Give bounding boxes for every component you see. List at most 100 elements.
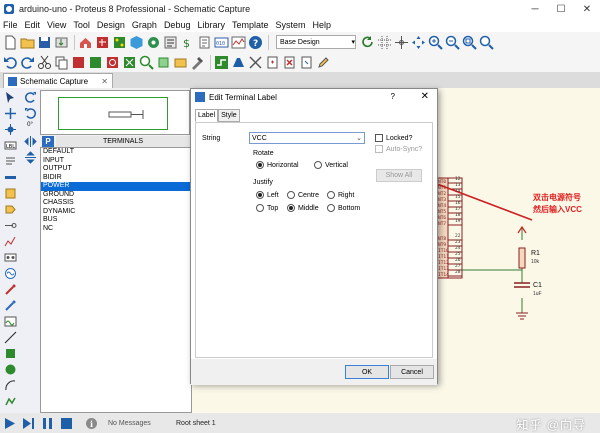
zoom-out-icon[interactable]	[445, 35, 460, 50]
cancel-button[interactable]: Cancel	[390, 365, 434, 379]
virtual-instrument-icon[interactable]	[3, 314, 17, 328]
list-item[interactable]: DYNAMIC	[41, 208, 191, 217]
list-item[interactable]: GROUND	[41, 191, 191, 200]
list-item[interactable]: DEFAULT	[41, 148, 191, 157]
arc-draw-icon[interactable]	[3, 378, 17, 392]
middle-radio[interactable]: Middle	[287, 204, 319, 212]
save-icon[interactable]	[37, 35, 52, 50]
3d-view-icon[interactable]	[129, 35, 144, 50]
design-explorer-icon[interactable]	[163, 35, 178, 50]
new-sheet-icon[interactable]	[265, 55, 280, 70]
terminals-list[interactable]: DEFAULT INPUT OUTPUT BIDIR POWER GROUND …	[40, 147, 192, 413]
origin-icon[interactable]	[394, 35, 409, 50]
list-item-selected[interactable]: POWER	[41, 182, 191, 191]
bom-icon[interactable]: $	[180, 35, 195, 50]
source-code-icon[interactable]: 010	[214, 35, 229, 50]
mirror-vertical-icon[interactable]	[23, 150, 37, 164]
exit-sheet-icon[interactable]	[299, 55, 314, 70]
menu-debug[interactable]: Debug	[164, 20, 191, 30]
current-probe-icon[interactable]	[3, 298, 17, 312]
centre-radio[interactable]: Centre	[287, 191, 319, 199]
menu-design[interactable]: Design	[97, 20, 125, 30]
remove-sheet-icon[interactable]	[282, 55, 297, 70]
menu-file[interactable]: File	[3, 20, 18, 30]
menu-graph[interactable]: Graph	[132, 20, 157, 30]
home-icon[interactable]	[78, 35, 93, 50]
open-folder-icon[interactable]	[20, 35, 35, 50]
help-icon[interactable]: ?	[248, 35, 263, 50]
list-item[interactable]: CHASSIS	[41, 199, 191, 208]
left-radio[interactable]: Left	[256, 191, 279, 199]
ok-button[interactable]: OK	[345, 365, 389, 379]
box-draw-icon[interactable]	[3, 346, 17, 360]
stop-icon[interactable]	[60, 417, 73, 430]
cut-icon[interactable]	[37, 55, 52, 70]
right-radio[interactable]: Right	[327, 191, 354, 199]
pause-icon[interactable]	[41, 417, 54, 430]
close-window-icon[interactable]: ✕	[574, 4, 600, 15]
refresh-icon[interactable]	[360, 35, 375, 50]
list-item[interactable]: BUS	[41, 216, 191, 225]
overview-preview[interactable]	[40, 90, 190, 135]
subcircuit-icon[interactable]	[3, 186, 17, 200]
tape-recorder-icon[interactable]	[3, 250, 17, 264]
top-radio[interactable]: Top	[256, 204, 278, 212]
rotate-ccw-icon[interactable]	[23, 106, 37, 120]
horizontal-radio[interactable]: Horizontal	[256, 161, 299, 169]
minimize-icon[interactable]: ─	[522, 4, 548, 15]
packaging-icon[interactable]	[173, 55, 188, 70]
property-assign-icon[interactable]	[248, 55, 263, 70]
bottom-radio[interactable]: Bottom	[327, 204, 360, 212]
copy-icon[interactable]	[54, 55, 69, 70]
graph-mode-icon[interactable]	[3, 234, 17, 248]
dialog-close-icon[interactable]: ✕	[421, 91, 429, 102]
list-item[interactable]: OUTPUT	[41, 165, 191, 174]
selection-mode-icon[interactable]	[3, 90, 17, 104]
schematic-icon[interactable]	[95, 35, 110, 50]
component-mode-icon[interactable]	[3, 106, 17, 120]
locked-checkbox[interactable]: Locked?	[375, 134, 412, 142]
voltage-probe-icon[interactable]	[3, 282, 17, 296]
wire-autorouter-icon[interactable]	[214, 55, 229, 70]
decompose-icon[interactable]	[190, 55, 205, 70]
menu-template[interactable]: Template	[232, 20, 269, 30]
search-tag-icon[interactable]	[231, 55, 246, 70]
bus-icon[interactable]	[3, 170, 17, 184]
pan-icon[interactable]	[411, 35, 426, 50]
status-messages[interactable]: No Messages	[108, 420, 164, 427]
autosync-checkbox[interactable]: Auto-Sync?	[375, 145, 422, 153]
string-combobox[interactable]: VCC ⌄	[249, 132, 365, 144]
rotate-cw-icon[interactable]	[23, 90, 37, 104]
text-script-icon[interactable]	[3, 154, 17, 168]
menu-help[interactable]: Help	[313, 20, 332, 30]
make-device-icon[interactable]	[156, 55, 171, 70]
maximize-icon[interactable]: ☐	[548, 4, 574, 15]
terminal-mode-icon[interactable]	[3, 202, 17, 216]
edit-pencil-icon[interactable]	[316, 55, 331, 70]
wire-label-icon[interactable]: LBL	[3, 138, 17, 152]
path-draw-icon[interactable]	[3, 394, 17, 408]
tab-close-icon[interactable]: ✕	[101, 77, 108, 86]
menu-edit[interactable]: Edit	[25, 20, 41, 30]
menu-library[interactable]: Library	[197, 20, 225, 30]
mirror-horizontal-icon[interactable]	[23, 134, 37, 148]
grid-icon[interactable]	[377, 35, 392, 50]
zoom-area-icon[interactable]	[479, 35, 494, 50]
new-file-icon[interactable]	[3, 35, 18, 50]
step-icon[interactable]	[22, 417, 35, 430]
menu-system[interactable]: System	[276, 20, 306, 30]
chevron-down-icon[interactable]: ⌄	[356, 134, 362, 142]
menu-view[interactable]: View	[47, 20, 66, 30]
pick-button[interactable]: P	[42, 136, 54, 147]
list-item[interactable]: BIDIR	[41, 174, 191, 183]
redo-icon[interactable]	[20, 55, 35, 70]
junction-dot-icon[interactable]	[3, 122, 17, 136]
vertical-radio[interactable]: Vertical	[314, 161, 348, 169]
tab-label[interactable]: Label	[195, 109, 219, 122]
block-copy-icon[interactable]	[71, 55, 86, 70]
list-item[interactable]: NC	[41, 225, 191, 234]
device-pin-icon[interactable]	[3, 218, 17, 232]
block-rotate-icon[interactable]	[105, 55, 120, 70]
circle-draw-icon[interactable]	[3, 362, 17, 376]
show-all-button[interactable]: Show All	[376, 169, 422, 182]
